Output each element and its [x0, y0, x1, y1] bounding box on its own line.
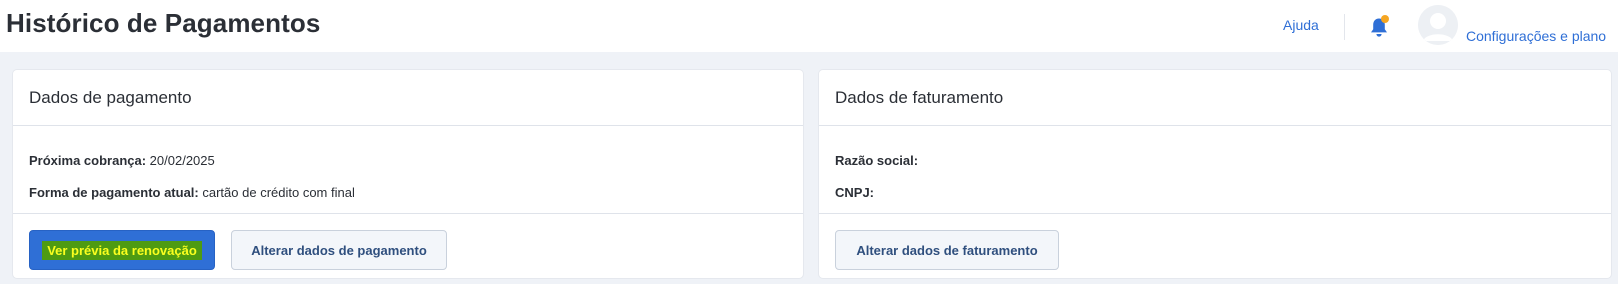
user-avatar-icon — [1418, 5, 1458, 45]
cnpj-field: CNPJ: — [835, 185, 874, 200]
company-name-field: Razão social: — [835, 153, 918, 168]
payment-card-title: Dados de pagamento — [29, 88, 192, 107]
header-divider — [1344, 14, 1345, 40]
payment-card-body: Próxima cobrança: 20/02/2025 Forma de pa… — [13, 126, 803, 214]
billing-card-header: Dados de faturamento — [819, 70, 1611, 126]
change-billing-button[interactable]: Alterar dados de faturamento — [835, 230, 1059, 270]
settings-and-plan-link[interactable]: Configurações e plano — [1466, 28, 1606, 44]
payment-method-label: Forma de pagamento atual: — [29, 185, 199, 200]
help-link[interactable]: Ajuda — [1283, 17, 1319, 33]
billing-card-body: Razão social: CNPJ: — [819, 126, 1611, 214]
payment-method-value: cartão de crédito com final — [202, 185, 355, 200]
notifications-button[interactable] — [1369, 15, 1391, 39]
page-title: Histórico de Pagamentos — [6, 8, 321, 38]
next-charge-value: 20/02/2025 — [149, 153, 215, 168]
preview-renewal-button[interactable]: Ver prévia da renovação — [29, 230, 215, 270]
payment-card-header: Dados de pagamento — [13, 70, 803, 126]
user-avatar[interactable] — [1418, 5, 1458, 45]
billing-card-title: Dados de faturamento — [835, 88, 1004, 107]
company-name-label: Razão social: — [835, 153, 919, 168]
payment-method-field: Forma de pagamento atual: cartão de créd… — [29, 185, 355, 200]
change-payment-button[interactable]: Alterar dados de pagamento — [231, 230, 447, 270]
next-charge-field: Próxima cobrança: 20/02/2025 — [29, 153, 215, 168]
cnpj-label: CNPJ: — [835, 185, 875, 200]
payment-details-card: Dados de pagamento Próxima cobrança: 20/… — [13, 70, 803, 278]
notification-dot — [1381, 15, 1389, 23]
billing-details-card: Dados de faturamento Razão social: CNPJ:… — [819, 70, 1611, 278]
next-charge-label: Próxima cobrança: — [29, 153, 147, 168]
preview-renewal-label: Ver prévia da renovação — [42, 240, 202, 260]
top-bar: Histórico de Pagamentos Ajuda Configuraç… — [0, 0, 1618, 52]
